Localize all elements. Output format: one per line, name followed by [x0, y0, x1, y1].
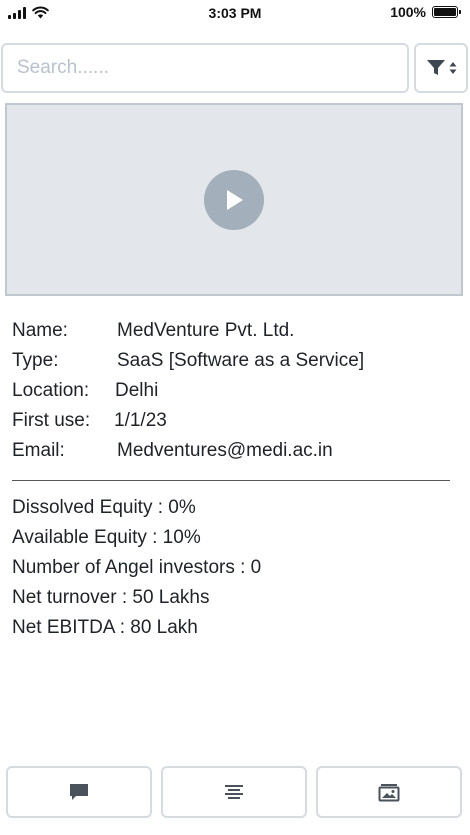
detail-type: Type: SaaS [Software as a Service]: [12, 346, 462, 376]
status-right: 100%: [390, 4, 461, 20]
play-button[interactable]: [204, 169, 264, 230]
divider: [12, 480, 450, 481]
image-icon: [378, 784, 400, 802]
detail-value: MedVenture Pvt. Ltd.: [117, 320, 295, 341]
detail-label: Location:: [12, 380, 90, 401]
detail-value: 1/1/23: [114, 410, 167, 431]
metric-angel-investors: Number of Angel investors : 0: [12, 557, 262, 578]
image-button[interactable]: [316, 766, 462, 818]
metric-net-turnover: Net turnover : 50 Lakhs: [12, 587, 210, 608]
metric-dissolved-equity: Dissolved Equity : 0%: [12, 497, 196, 518]
search-box[interactable]: [1, 43, 409, 93]
detail-name: Name: MedVenture Pvt. Ltd.: [12, 316, 462, 346]
company-details: Name: MedVenture Pvt. Ltd. Type: SaaS [S…: [12, 316, 462, 466]
detail-label: Email:: [12, 440, 65, 461]
detail-value: SaaS [Software as a Service]: [117, 350, 365, 371]
detail-first-use: First use: 1/1/23: [12, 406, 462, 436]
detail-label: First use:: [12, 410, 91, 431]
sort-arrows-icon: [449, 62, 456, 74]
detail-value: Medventures@medi.ac.in: [117, 440, 333, 461]
bottom-toolbar: [0, 766, 470, 826]
comment-icon: [70, 784, 88, 800]
detail-value: Delhi: [115, 380, 159, 401]
text-align-button[interactable]: [161, 766, 307, 818]
status-bar: 3:03 PM 100%: [0, 0, 470, 28]
battery-icon: [432, 6, 461, 18]
detail-label: Type:: [12, 350, 59, 371]
filter-button[interactable]: [414, 43, 468, 93]
filter-icon: [426, 60, 445, 75]
equity-metrics: Dissolved Equity : 0% Available Equity :…: [12, 493, 462, 643]
detail-label: Name:: [12, 320, 68, 341]
search-input[interactable]: [3, 45, 407, 91]
metric-available-equity: Available Equity : 10%: [12, 527, 201, 548]
detail-location: Location: Delhi: [12, 376, 462, 406]
battery-percentage: 100%: [390, 4, 426, 20]
metric-net-ebitda: Net EBITDA : 80 Lakh: [12, 617, 198, 638]
video-player[interactable]: [5, 103, 463, 296]
text-align-icon: [225, 785, 243, 799]
comment-button[interactable]: [6, 766, 152, 818]
play-icon: [227, 189, 243, 210]
detail-email: Email: Medventures@medi.ac.in: [12, 436, 462, 466]
